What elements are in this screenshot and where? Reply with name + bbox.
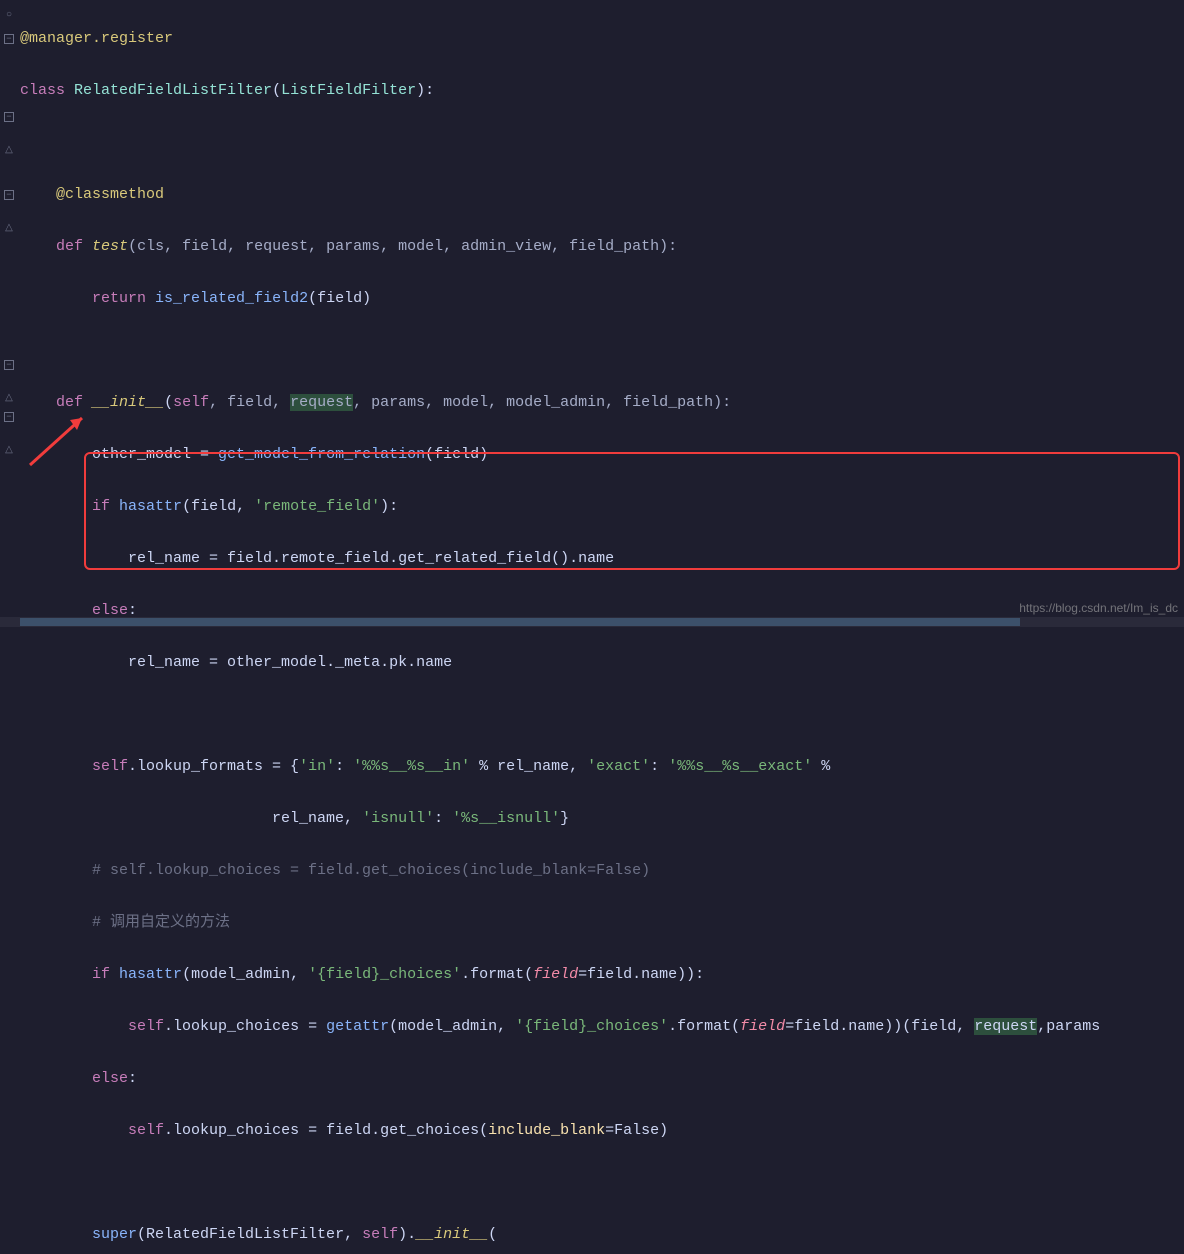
code-editor[interactable]: @manager.register class RelatedFieldList… [20,0,1184,1254]
gutter-fold-icon[interactable]: ○ [2,3,16,29]
gutter-fold-icon[interactable]: − [4,360,14,370]
decorator: @manager.register [20,30,173,47]
gutter-fold-icon[interactable]: − [4,34,14,44]
gutter-fold-icon[interactable]: − [4,412,14,422]
editor-gutter: ○ − − △ − △ − △ − △ [0,0,20,627]
scrollbar-thumb[interactable] [20,618,1020,626]
gutter-fold-icon[interactable]: △ [2,438,16,464]
horizontal-scrollbar[interactable] [0,617,1184,627]
gutter-fold-icon[interactable]: △ [2,138,16,164]
watermark: https://blog.csdn.net/Im_is_dc [1019,595,1178,621]
gutter-fold-icon[interactable]: − [4,112,14,122]
gutter-fold-icon[interactable]: △ [2,386,16,412]
gutter-fold-icon[interactable]: − [4,190,14,200]
gutter-fold-icon[interactable]: △ [2,216,16,242]
